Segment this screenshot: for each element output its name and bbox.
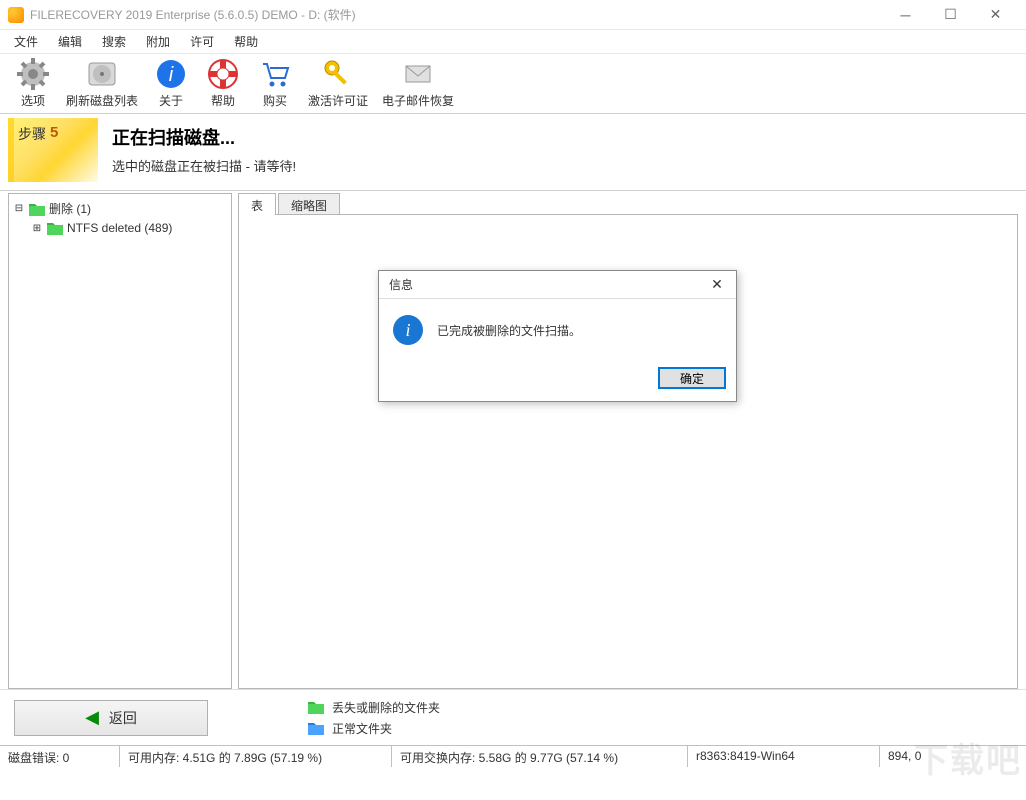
step-heading: 正在扫描磁盘... bbox=[112, 124, 296, 150]
tab-row: 表 缩略图 bbox=[238, 193, 1018, 215]
arrow-left-icon: ◀ bbox=[85, 707, 99, 728]
menu-help[interactable]: 帮助 bbox=[224, 30, 268, 53]
key-icon bbox=[322, 58, 354, 90]
tree-panel[interactable]: ⊟ 删除 (1) ⊞ NTFS deleted (489) bbox=[8, 193, 232, 689]
toolbar-email[interactable]: 电子邮件恢复 bbox=[376, 56, 460, 111]
folder-green-icon bbox=[308, 700, 324, 714]
back-button[interactable]: ◀ 返回 bbox=[14, 700, 208, 736]
expand-icon[interactable]: ⊞ bbox=[31, 223, 43, 234]
disk-icon bbox=[86, 58, 118, 90]
legend-label: 丢失或删除的文件夹 bbox=[332, 699, 440, 716]
status-position: 894, 0 bbox=[880, 746, 1026, 767]
toolbar-about[interactable]: i 关于 bbox=[146, 56, 196, 111]
toolbar: 选项 刷新磁盘列表 i 关于 帮助 购买 激活许可证 电子邮件恢复 bbox=[0, 54, 1026, 114]
info-dialog: 信息 ✕ i 已完成被删除的文件扫描。 确定 bbox=[378, 270, 737, 402]
title-bar: FILERECOVERY 2019 Enterprise (5.6.0.5) D… bbox=[0, 0, 1026, 30]
step-banner: 步骤 5 正在扫描磁盘... 选中的磁盘正在被扫描 - 请等待! bbox=[0, 114, 1026, 191]
right-panel: 表 缩略图 bbox=[238, 193, 1018, 689]
status-memory: 可用内存: 4.51G 的 7.89G (57.19 %) bbox=[120, 746, 392, 767]
toolbar-refresh[interactable]: 刷新磁盘列表 bbox=[60, 56, 144, 111]
maximize-button[interactable]: ☐ bbox=[928, 0, 973, 30]
status-build: r8363:8419-Win64 bbox=[688, 746, 880, 767]
lifebuoy-icon bbox=[207, 58, 239, 90]
step-badge: 步骤 5 bbox=[8, 118, 98, 182]
tree-root-node[interactable]: ⊟ 删除 (1) bbox=[13, 198, 227, 219]
menu-search[interactable]: 搜索 bbox=[92, 30, 136, 53]
folder-green-icon bbox=[47, 221, 63, 235]
info-icon: i bbox=[393, 315, 423, 345]
svg-text:i: i bbox=[169, 64, 174, 86]
dialog-titlebar[interactable]: 信息 ✕ bbox=[379, 271, 736, 299]
legend-label: 正常文件夹 bbox=[332, 720, 392, 737]
status-disk-errors: 磁盘错误: 0 bbox=[0, 746, 120, 767]
folder-green-icon bbox=[29, 202, 45, 216]
ok-button[interactable]: 确定 bbox=[658, 367, 726, 389]
legend-row: 正常文件夹 bbox=[308, 720, 440, 737]
window-title: FILERECOVERY 2019 Enterprise (5.6.0.5) D… bbox=[30, 6, 883, 23]
tab-table[interactable]: 表 bbox=[238, 193, 276, 215]
dialog-title: 信息 bbox=[389, 276, 413, 293]
folder-blue-icon bbox=[308, 721, 324, 735]
menu-license[interactable]: 许可 bbox=[180, 30, 224, 53]
dialog-message: 已完成被删除的文件扫描。 bbox=[437, 322, 581, 339]
toolbar-help[interactable]: 帮助 bbox=[198, 56, 248, 111]
mail-icon bbox=[402, 58, 434, 90]
menu-bar: 文件 编辑 搜索 附加 许可 帮助 bbox=[0, 30, 1026, 54]
step-subtext: 选中的磁盘正在被扫描 - 请等待! bbox=[112, 156, 296, 175]
menu-file[interactable]: 文件 bbox=[4, 30, 48, 53]
workspace: ⊟ 删除 (1) ⊞ NTFS deleted (489) 表 缩略图 bbox=[0, 191, 1026, 689]
tree-child-node[interactable]: ⊞ NTFS deleted (489) bbox=[31, 219, 227, 237]
cart-icon bbox=[259, 58, 291, 90]
collapse-icon[interactable]: ⊟ bbox=[13, 203, 25, 214]
toolbar-options[interactable]: 选项 bbox=[8, 56, 58, 111]
toolbar-buy[interactable]: 购买 bbox=[250, 56, 300, 111]
bottom-bar: ◀ 返回 丢失或删除的文件夹 正常文件夹 bbox=[0, 689, 1026, 745]
app-icon bbox=[8, 7, 24, 23]
status-swap: 可用交换内存: 5.58G 的 9.77G (57.14 %) bbox=[392, 746, 688, 767]
menu-edit[interactable]: 编辑 bbox=[48, 30, 92, 53]
toolbar-activate[interactable]: 激活许可证 bbox=[302, 56, 374, 111]
info-icon: i bbox=[155, 58, 187, 90]
tab-thumbnail[interactable]: 缩略图 bbox=[278, 193, 340, 215]
legend-row: 丢失或删除的文件夹 bbox=[308, 699, 440, 716]
dialog-close-button[interactable]: ✕ bbox=[704, 275, 730, 295]
close-button[interactable]: ✕ bbox=[973, 0, 1018, 30]
menu-extra[interactable]: 附加 bbox=[136, 30, 180, 53]
minimize-button[interactable]: ─ bbox=[883, 0, 928, 30]
legend: 丢失或删除的文件夹 正常文件夹 bbox=[308, 699, 440, 737]
gear-icon bbox=[17, 58, 49, 90]
status-bar: 磁盘错误: 0 可用内存: 4.51G 的 7.89G (57.19 %) 可用… bbox=[0, 745, 1026, 767]
